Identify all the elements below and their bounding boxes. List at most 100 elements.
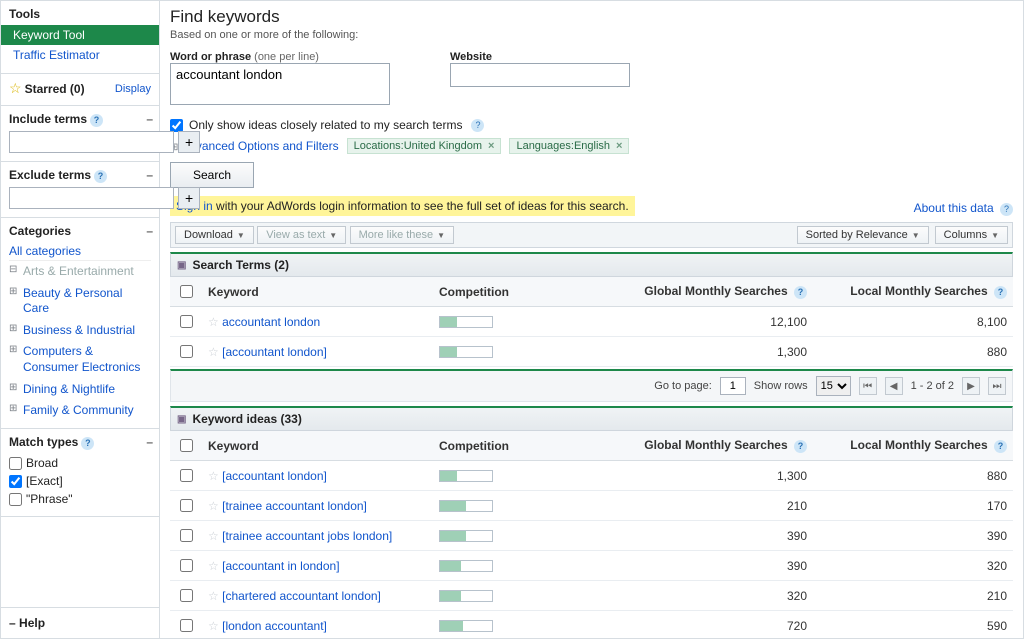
keyword-link[interactable]: [accountant in london] xyxy=(222,559,339,573)
star-icon[interactable]: ☆ xyxy=(208,619,219,633)
last-page-button[interactable]: ⏭ xyxy=(988,377,1006,395)
collapse-icon[interactable]: – xyxy=(146,112,153,126)
star-icon[interactable]: ☆ xyxy=(208,499,219,513)
all-categories-link[interactable]: All categories xyxy=(9,242,151,260)
help-section[interactable]: – Help xyxy=(1,607,159,638)
collapse-icon[interactable]: – xyxy=(146,435,153,449)
help-icon[interactable]: ? xyxy=(94,170,107,183)
nav-keyword-tool[interactable]: Keyword Tool xyxy=(1,25,159,45)
include-term-input[interactable] xyxy=(9,131,174,153)
include-add-button[interactable]: + xyxy=(178,131,200,153)
row-checkbox[interactable] xyxy=(180,315,193,328)
star-icon[interactable]: ☆ xyxy=(208,589,219,603)
global-searches: 210 xyxy=(593,491,813,521)
col-global[interactable]: Global Monthly Searches ? xyxy=(593,277,813,307)
rows-select[interactable]: 15 xyxy=(816,376,851,396)
page-input[interactable] xyxy=(720,377,746,395)
download-dropdown[interactable]: Download▼ xyxy=(175,226,254,244)
keyword-link[interactable]: [trainee accountant jobs london] xyxy=(222,529,392,543)
starred-display-link[interactable]: Display xyxy=(115,83,151,95)
match-broad-checkbox[interactable] xyxy=(9,457,22,470)
col-keyword[interactable]: Keyword xyxy=(202,431,433,461)
competition-bar xyxy=(439,470,493,482)
match-phrase-row[interactable]: "Phrase" xyxy=(9,490,151,508)
prev-page-button[interactable]: ◀ xyxy=(885,377,903,395)
sorted-by-dropdown[interactable]: Sorted by Relevance▼ xyxy=(797,226,929,244)
row-checkbox[interactable] xyxy=(180,559,193,572)
exclude-term-input[interactable] xyxy=(9,187,174,209)
match-broad-row[interactable]: Broad xyxy=(9,454,151,472)
next-page-button[interactable]: ▶ xyxy=(962,377,980,395)
keyword-link[interactable]: [london accountant] xyxy=(222,619,327,633)
nav-traffic-estimator[interactable]: Traffic Estimator xyxy=(9,45,151,65)
help-icon[interactable]: ? xyxy=(1000,203,1013,216)
website-input[interactable] xyxy=(450,63,630,87)
languages-tag[interactable]: Languages:English× xyxy=(509,138,629,154)
category-item[interactable]: Arts & Entertainment xyxy=(9,261,151,283)
keyword-ideas-header[interactable]: ▣ Keyword ideas (33) xyxy=(170,406,1013,431)
star-icon[interactable]: ☆ xyxy=(208,529,219,543)
locations-tag[interactable]: Locations:United Kingdom× xyxy=(347,138,502,154)
table-row: ☆ [accountant london]1,300880 xyxy=(170,461,1013,491)
category-item[interactable]: Family & Community xyxy=(9,400,151,420)
remove-tag-icon[interactable]: × xyxy=(616,140,622,152)
category-item[interactable]: Business & Industrial xyxy=(9,320,151,342)
category-item[interactable]: Beauty & Personal Care xyxy=(9,283,151,320)
closely-related-checkbox[interactable] xyxy=(170,119,183,132)
search-terms-header[interactable]: ▣ Search Terms (2) xyxy=(170,252,1013,277)
keyword-link[interactable]: [trainee accountant london] xyxy=(222,499,367,513)
row-checkbox[interactable] xyxy=(180,499,193,512)
about-data-link[interactable]: About this data xyxy=(914,201,994,215)
match-exact-checkbox[interactable] xyxy=(9,475,22,488)
row-checkbox[interactable] xyxy=(180,345,193,358)
keyword-link[interactable]: [accountant london] xyxy=(222,345,327,359)
keyword-ideas-heading: Keyword ideas (33) xyxy=(192,412,301,426)
col-local[interactable]: Local Monthly Searches ? xyxy=(813,277,1013,307)
help-icon[interactable]: ? xyxy=(471,119,484,132)
col-competition[interactable]: Competition xyxy=(433,431,593,461)
col-competition[interactable]: Competition xyxy=(433,277,593,307)
section-toggle-icon[interactable]: ▣ xyxy=(177,260,186,271)
col-local[interactable]: Local Monthly Searches ? xyxy=(813,431,1013,461)
star-icon[interactable]: ☆ xyxy=(208,469,219,483)
category-list[interactable]: Arts & EntertainmentBeauty & Personal Ca… xyxy=(9,260,151,420)
category-item[interactable]: Dining & Nightlife xyxy=(9,379,151,401)
remove-tag-icon[interactable]: × xyxy=(488,140,494,152)
results-scroll[interactable]: ▣ Search Terms (2) Keyword Competition G… xyxy=(170,248,1013,638)
collapse-icon[interactable]: – xyxy=(146,224,153,238)
match-exact-row[interactable]: [Exact] xyxy=(9,472,151,490)
keyword-link[interactable]: accountant london xyxy=(222,315,320,329)
search-button[interactable]: Search xyxy=(170,162,254,188)
row-checkbox[interactable] xyxy=(180,469,193,482)
col-global[interactable]: Global Monthly Searches ? xyxy=(593,431,813,461)
match-phrase-checkbox[interactable] xyxy=(9,493,22,506)
help-icon[interactable]: ? xyxy=(794,286,807,299)
first-page-button[interactable]: ⏮ xyxy=(859,377,877,395)
select-all-checkbox[interactable] xyxy=(180,439,193,452)
row-checkbox[interactable] xyxy=(180,619,193,632)
view-as-text-dropdown: View as text▼ xyxy=(257,226,346,244)
tools-heading: Tools xyxy=(9,7,151,21)
keyword-link[interactable]: [chartered accountant london] xyxy=(222,589,381,603)
help-icon[interactable]: ? xyxy=(794,440,807,453)
star-icon[interactable]: ☆ xyxy=(208,345,219,359)
category-item[interactable]: Computers & Consumer Electronics xyxy=(9,341,151,378)
collapse-icon[interactable]: – xyxy=(146,168,153,182)
col-keyword[interactable]: Keyword xyxy=(202,277,433,307)
row-checkbox[interactable] xyxy=(180,589,193,602)
global-searches: 1,300 xyxy=(593,337,813,367)
section-toggle-icon[interactable]: ▣ xyxy=(177,414,186,425)
help-icon[interactable]: ? xyxy=(994,286,1007,299)
keyword-link[interactable]: [accountant london] xyxy=(222,469,327,483)
help-icon[interactable]: ? xyxy=(994,440,1007,453)
star-icon[interactable]: ☆ xyxy=(208,315,219,329)
columns-dropdown[interactable]: Columns▼ xyxy=(935,226,1008,244)
collapse-icon[interactable]: – xyxy=(9,616,16,630)
select-all-checkbox[interactable] xyxy=(180,285,193,298)
help-icon[interactable]: ? xyxy=(81,437,94,450)
row-checkbox[interactable] xyxy=(180,529,193,542)
star-icon[interactable]: ☆ xyxy=(208,559,219,573)
help-icon[interactable]: ? xyxy=(90,114,103,127)
exclude-add-button[interactable]: + xyxy=(178,187,200,209)
word-phrase-input[interactable] xyxy=(170,63,390,105)
